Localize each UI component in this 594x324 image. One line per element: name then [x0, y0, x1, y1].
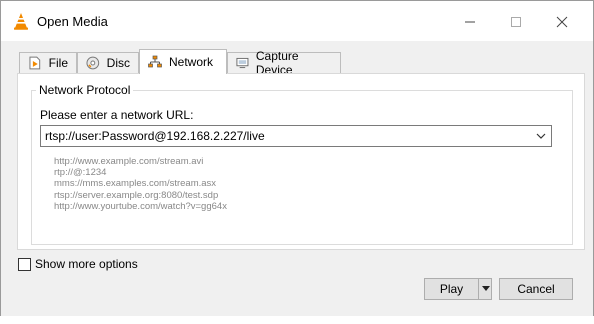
maximize-button[interactable]	[502, 10, 530, 34]
network-url-input[interactable]	[45, 128, 525, 144]
url-examples: http://www.example.com/stream.avi rtp://…	[54, 156, 227, 212]
url-example: http://www.yourtube.com/watch?v=gg64x	[54, 200, 227, 212]
chevron-down-icon[interactable]	[534, 129, 548, 143]
network-protocol-group: Network Protocol Please enter a network …	[31, 83, 573, 245]
vlc-cone-icon	[14, 13, 28, 30]
url-example: rtsp://server.example.org:8080/test.sdp	[54, 189, 219, 201]
url-example: http://www.example.com/stream.avi	[54, 156, 204, 167]
title-bar[interactable]: Open Media	[1, 1, 593, 41]
maximize-icon	[511, 17, 521, 27]
group-title: Network Protocol	[36, 83, 134, 97]
show-more-options[interactable]: Show more options	[18, 257, 138, 271]
network-tab-panel: Network Protocol Please enter a network …	[17, 73, 585, 250]
network-icon	[148, 55, 162, 68]
show-more-options-label[interactable]: Show more options	[35, 257, 138, 271]
tab-disc-label: Disc	[106, 56, 130, 70]
disc-icon	[86, 56, 100, 70]
capture-device-icon	[236, 57, 249, 69]
cancel-button[interactable]: Cancel	[499, 278, 573, 300]
play-dropdown-button[interactable]	[478, 279, 492, 299]
minimize-icon	[465, 21, 475, 23]
tab-network-label: Network	[169, 55, 214, 69]
url-example: rtp://@:1234	[54, 167, 107, 179]
tab-file-label: File	[48, 56, 68, 70]
close-button[interactable]	[548, 10, 576, 34]
close-icon	[556, 16, 568, 28]
network-url-combobox[interactable]	[40, 125, 552, 147]
tab-file[interactable]: File	[19, 52, 77, 73]
play-button[interactable]: Play	[424, 278, 492, 300]
background-strip	[0, 316, 594, 324]
open-media-dialog: Open Media File Disc Network Capture Dev…	[0, 0, 594, 318]
tab-capture-device[interactable]: Capture Device	[227, 49, 341, 77]
play-button-label[interactable]: Play	[425, 279, 478, 299]
url-prompt: Please enter a network URL:	[40, 108, 194, 122]
tab-network[interactable]: Network	[139, 49, 227, 74]
caret-down-icon	[481, 286, 490, 291]
url-example: mms://mms.examples.com/stream.asx	[54, 178, 217, 190]
file-play-icon	[29, 56, 41, 70]
show-more-options-checkbox[interactable]	[18, 257, 31, 271]
window-title: Open Media	[37, 14, 108, 29]
tab-disc[interactable]: Disc	[77, 52, 139, 73]
minimize-button[interactable]	[456, 10, 484, 34]
